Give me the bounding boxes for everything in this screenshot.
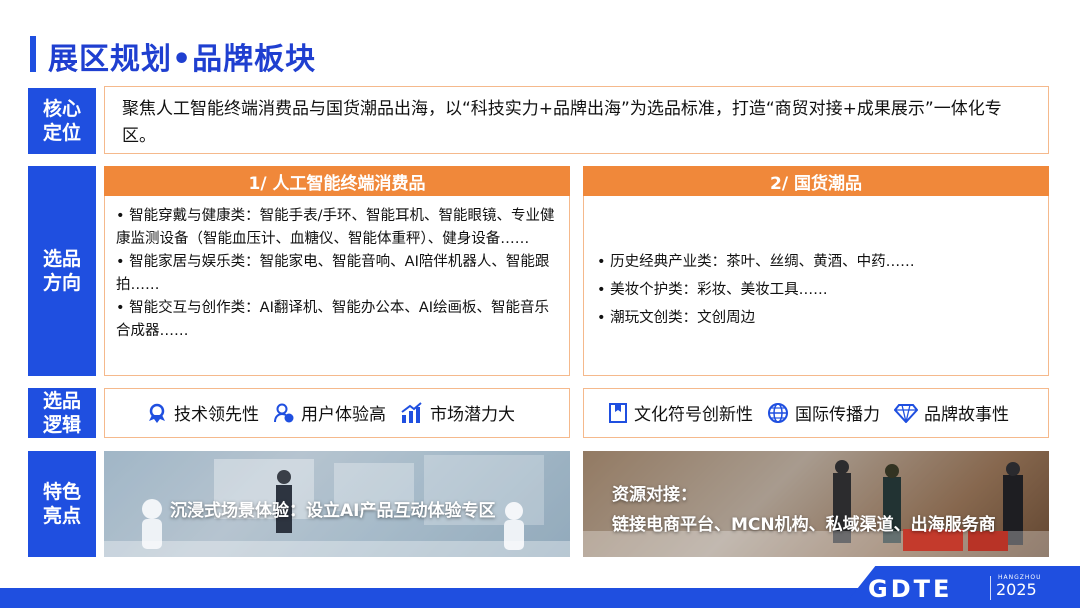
logic-item: 用户体验高 xyxy=(273,400,386,425)
award-icon xyxy=(149,403,165,423)
ai-products-header: 1/ 人工智能终端消费品 xyxy=(104,166,570,196)
logic-item: 文化符号创新性 xyxy=(608,400,753,425)
guochao-products-list: • 历史经典产业类：茶叶、丝绸、黄酒、中药…… • 美妆个护类：彩妆、美妆工具…… xyxy=(597,248,1037,332)
logic-item: 技术领先性 xyxy=(146,400,259,425)
core-positioning-label: 核心 定位 xyxy=(28,88,96,154)
logic-item-label: 技术领先性 xyxy=(174,405,259,425)
list-item: • 潮玩文创类：文创周边 xyxy=(597,310,756,326)
logo-divider xyxy=(990,576,991,600)
logic-item-label: 文化符号创新性 xyxy=(634,405,753,425)
logic-item-label: 国际传播力 xyxy=(795,405,880,425)
title-accent-bar xyxy=(30,36,36,72)
selection-logic-label: 选品 逻辑 xyxy=(28,388,96,438)
list-item: • 智能家居与娱乐类：智能家电、智能音响、AI陪伴机器人、智能跟拍…… xyxy=(116,254,550,293)
logic-right-row: 文化符号创新性 国际传播力 品牌故事性 xyxy=(608,400,1023,425)
logo-year: 2025 xyxy=(996,580,1037,599)
gdte-logo: GDTE xyxy=(868,575,953,603)
user-experience-icon xyxy=(274,403,294,422)
book-icon xyxy=(609,402,627,423)
left-highlight-caption: 沉浸式场景体验：设立AI产品互动体验专区 xyxy=(170,501,496,521)
guochao-products-header: 2/ 国货潮品 xyxy=(583,166,1049,196)
logic-item: 国际传播力 xyxy=(767,400,880,425)
page-title: 展区规划•品牌板块 xyxy=(48,42,317,77)
logic-item-label: 品牌故事性 xyxy=(924,405,1009,425)
list-item: • 智能交互与创作类：AI翻译机、智能办公本、AI绘画板、智能音乐合成器…… xyxy=(116,300,550,339)
logic-item-label: 市场潜力大 xyxy=(430,405,515,425)
right-highlight-caption-text: 链接电商平台、MCN机构、私域渠道、出海服务商 xyxy=(612,515,996,535)
logic-item: 品牌故事性 xyxy=(894,400,1009,425)
core-positioning-text: 聚焦人工智能终端消费品与国货潮品出海，以“科技实力+品牌出海”为选品标准，打造“… xyxy=(122,99,1002,146)
highlights-label: 特色 亮点 xyxy=(28,451,96,557)
list-item: • 历史经典产业类：茶叶、丝绸、黄酒、中药…… xyxy=(597,254,915,270)
ai-products-list: • 智能穿戴与健康类：智能手表/手环、智能耳机、智能眼镜、专业健康监测设备（智能… xyxy=(116,205,562,343)
logic-left-row: 技术领先性 用户体验高 市场潜力大 xyxy=(146,400,529,425)
globe-icon xyxy=(768,402,788,423)
logic-item: 市场潜力大 xyxy=(400,400,515,425)
selection-direction-label: 选品 方向 xyxy=(28,166,96,376)
growth-chart-icon xyxy=(401,401,422,423)
list-item: • 智能穿戴与健康类：智能手表/手环、智能耳机、智能眼镜、专业健康监测设备（智能… xyxy=(116,208,555,247)
right-highlight-caption-title: 资源对接： xyxy=(612,485,697,505)
logic-item-label: 用户体验高 xyxy=(301,405,386,425)
diamond-icon xyxy=(894,403,918,423)
list-item: • 美妆个护类：彩妆、美妆工具…… xyxy=(597,282,828,298)
